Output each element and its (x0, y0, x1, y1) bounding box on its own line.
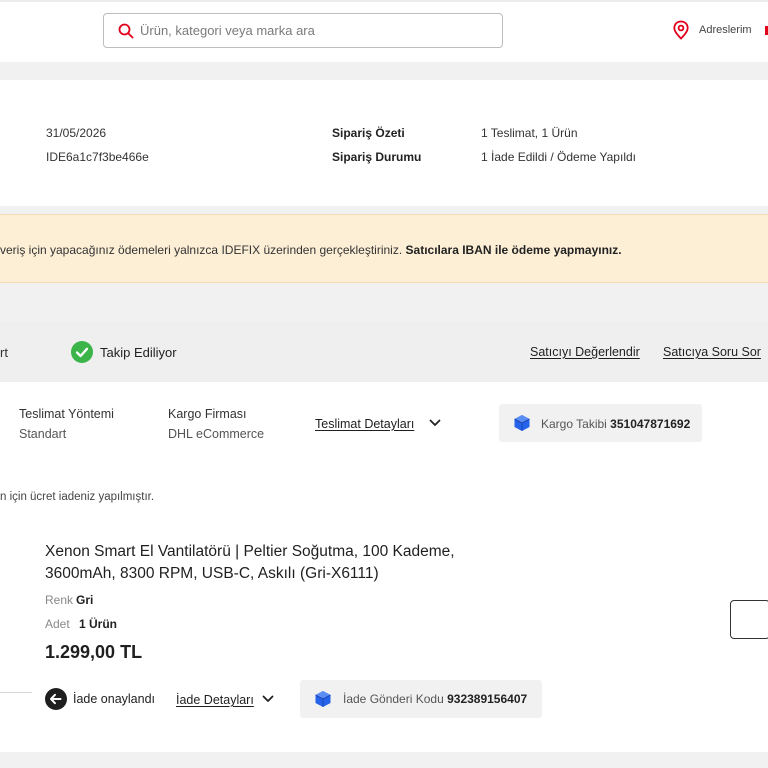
carrier-label: Kargo Firması (168, 407, 247, 421)
return-shipment-code: 932389156407 (447, 692, 528, 706)
carrier-value: DHL eCommerce (168, 427, 265, 441)
order-status-label: Sipariş Durumu (332, 150, 422, 164)
package-icon (314, 690, 332, 713)
return-arrow-icon (45, 688, 67, 710)
payment-warning-banner: veriş için yapacağınız ödemeleri yalnızc… (0, 214, 768, 283)
return-details-link[interactable]: İade Detayları (176, 693, 254, 707)
package-icon (513, 414, 531, 437)
search-box[interactable]: Ürün, kategori veya marka ara (103, 13, 503, 48)
search-icon (118, 23, 134, 44)
order-date: 31/05/2026 (46, 126, 107, 140)
warning-text: veriş için yapacağınız ödemeleri yalnızc… (0, 243, 622, 257)
location-pin-icon[interactable] (672, 20, 690, 45)
return-shipment-chip[interactable]: İade Gönderi Kodu 932389156407 (300, 680, 542, 718)
delivery-details-link[interactable]: Teslimat Detayları (315, 417, 414, 431)
order-info-card (0, 80, 768, 206)
delivery-method-value: Standart (19, 427, 67, 441)
order-id: IDE6a1c7f3be466e (46, 150, 149, 164)
quantity-value: 1 Ürün (79, 617, 118, 631)
product-action-button[interactable] (730, 600, 768, 639)
color-value: Gri (76, 593, 94, 607)
color-label: Renk (45, 593, 74, 607)
quantity-label: Adet (45, 617, 70, 631)
tracking-prefix: rt (0, 345, 8, 360)
return-status: İade onaylandı (73, 692, 156, 706)
cargo-code: 351047871692 (610, 417, 691, 431)
delivery-method-label: Teslimat Yöntemi (19, 407, 114, 421)
rate-seller-link[interactable]: Satıcıyı Değerlendir (530, 345, 640, 359)
order-summary-value: 1 Teslimat, 1 Ürün (481, 126, 578, 140)
refund-note: n için ücret iadeniz yapılmıştır. (0, 491, 155, 503)
check-circle-icon (71, 341, 93, 363)
order-summary-label: Sipariş Özeti (332, 126, 405, 140)
order-status-value: 1 İade Edildi / Ödeme Yapıldı (481, 150, 636, 164)
divider (0, 692, 32, 693)
addresses-link[interactable]: Adreslerim (699, 24, 752, 36)
search-input[interactable]: Ürün, kategori veya marka ara (140, 23, 315, 38)
cargo-tracking-chip[interactable]: Kargo Takibi 351047871692 (499, 404, 702, 442)
chevron-down-icon[interactable] (428, 416, 442, 435)
page-bottom-gap (0, 752, 768, 768)
ask-seller-link[interactable]: Satıcıya Soru Sor (663, 345, 761, 359)
product-price: 1.299,00 TL (45, 642, 143, 662)
return-shipment-text: İade Gönderi Kodu 932389156407 (343, 692, 528, 706)
cargo-tracking-text: Kargo Takibi 351047871692 (541, 417, 691, 431)
product-title[interactable]: Xenon Smart El Vantilatörü | Peltier Soğ… (45, 541, 505, 585)
chevron-down-icon[interactable] (261, 692, 275, 711)
warning-bold-text: Satıcılara IBAN ile ödeme yapmayınız. (405, 243, 622, 257)
tracking-status: Takip Ediliyor (100, 345, 177, 360)
